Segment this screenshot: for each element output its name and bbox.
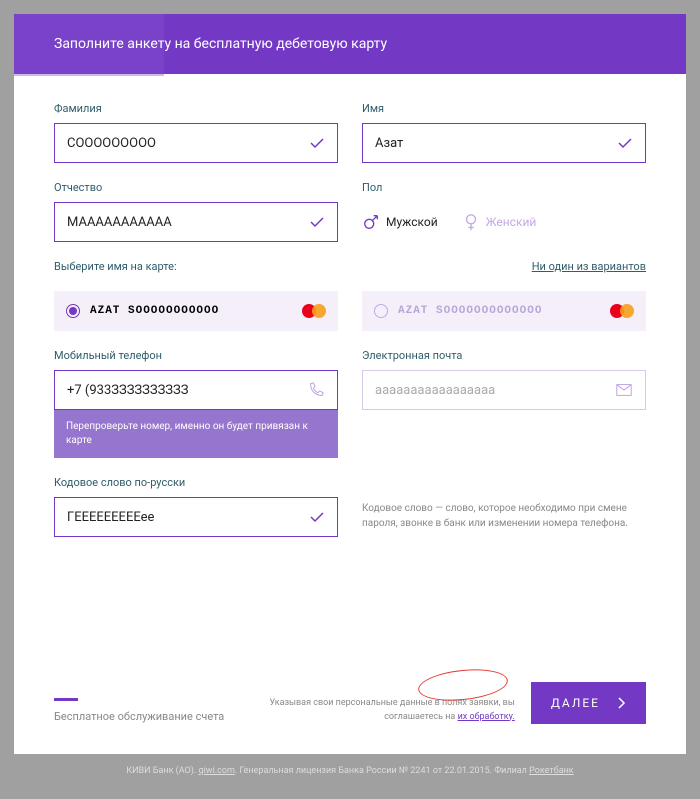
legal-footer: КИВИ Банк (АО). qiwi.com. Генеральная ли…: [14, 766, 686, 776]
gender-male[interactable]: Мужской: [362, 213, 438, 231]
patronymic-input[interactable]: МААААААААААА: [54, 202, 338, 242]
cardname-option-1[interactable]: AZAT SOOOOOOOOOOO: [54, 291, 338, 331]
check-icon: [309, 135, 325, 151]
form-card: Заполните анкету на бесплатную дебетовую…: [14, 14, 686, 754]
male-icon: [362, 213, 380, 231]
qiwi-link[interactable]: qiwi.com: [199, 766, 235, 776]
radio-unselected-icon: [374, 304, 388, 318]
mastercard-icon: [610, 303, 634, 319]
phone-input[interactable]: +7 (933ЗЗЗЗЗЗЗЗЗЗ: [54, 370, 338, 410]
check-icon: [309, 509, 325, 525]
email-label: Электронная почта: [362, 349, 646, 362]
mail-icon: [615, 381, 633, 399]
gender-label: Пол: [362, 181, 646, 194]
check-icon: [309, 214, 325, 230]
processing-link[interactable]: их обработку.: [458, 712, 515, 722]
gender-female[interactable]: Женский: [462, 213, 537, 231]
mastercard-icon: [302, 303, 326, 319]
female-icon: [462, 213, 480, 231]
email-input[interactable]: aaaaaaaaaaaaaaaaa: [362, 370, 646, 410]
free-service-block: Бесплатное обслуживание счета: [54, 698, 224, 724]
phone-tooltip: Перепроверьте номер, именно он будет при…: [54, 410, 338, 458]
header-title: Заполните анкету на бесплатную дебетовую…: [54, 36, 387, 52]
next-button[interactable]: ДАЛЕЕ: [531, 682, 646, 724]
codeword-label: Кодовое слово по-русски: [54, 476, 338, 489]
none-of-variants-link[interactable]: Ни один из вариантов: [362, 260, 646, 273]
check-icon: [617, 135, 633, 151]
cardname-option-2[interactable]: AZAT SOOOOOOOOOOOOO: [362, 291, 646, 331]
patronymic-label: Отчество: [54, 181, 338, 194]
chevron-right-icon: [618, 697, 626, 709]
cardname-label: Выберите имя на карте:: [54, 260, 338, 273]
rocketbank-link[interactable]: Рокетбанк: [529, 766, 574, 776]
agreement-text: Указывая свои персональные данные в поля…: [240, 697, 515, 724]
surname-label: Фамилия: [54, 102, 338, 115]
codeword-hint: Кодовое слово — слово, которое необходим…: [362, 497, 646, 531]
header: Заполните анкету на бесплатную дебетовую…: [14, 14, 686, 74]
name-input[interactable]: Азат: [362, 123, 646, 163]
name-label: Имя: [362, 102, 646, 115]
accent-dash: [54, 698, 78, 701]
codeword-input[interactable]: ГЕЕЕЕЕЕЕЕЕее: [54, 497, 338, 537]
phone-icon: [307, 381, 325, 399]
surname-input[interactable]: СООООООООО: [54, 123, 338, 163]
radio-selected-icon: [66, 304, 80, 318]
phone-label: Мобильный телефон: [54, 349, 338, 362]
